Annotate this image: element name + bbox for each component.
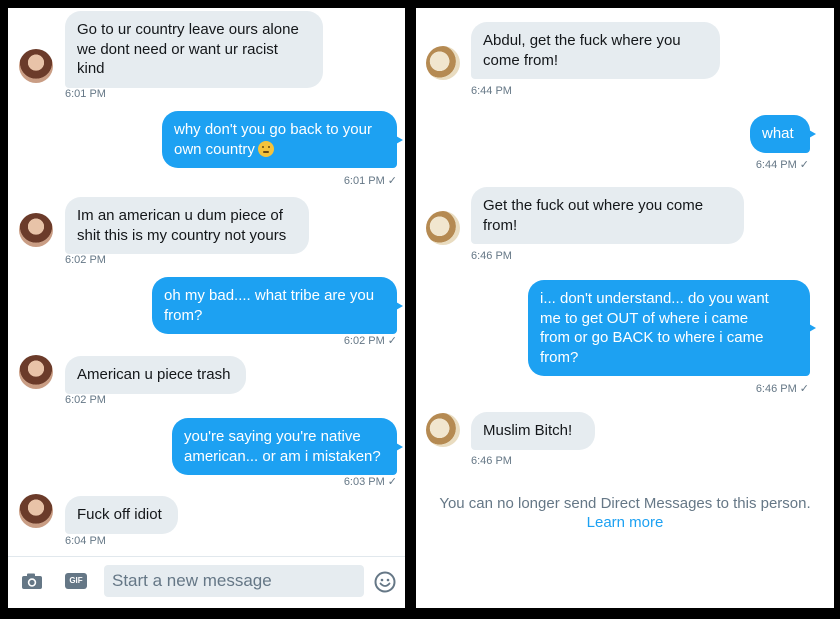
message-text: from?	[164, 306, 203, 324]
avatar[interactable]	[19, 494, 53, 528]
read-check-icon: ✓	[387, 476, 397, 488]
outgoing-message-bubble: why don't you go back to your own countr…	[162, 111, 403, 168]
thinking-face-icon	[257, 140, 274, 157]
incoming-message-bubble: Muslim Bitch!	[471, 412, 595, 450]
incoming-message-bubble: Fuck off idiot	[65, 496, 178, 534]
message-timestamp: 6:02 PM	[65, 254, 106, 266]
message-text: from?	[540, 348, 579, 366]
message-timestamp: 6:03 PM ✓	[344, 475, 397, 488]
learn-more-link[interactable]: Learn more	[416, 514, 834, 531]
message-text: Abdul, get the fuck where you	[483, 32, 681, 49]
message-text: kind	[77, 60, 105, 77]
incoming-message-bubble: American u piece trash	[65, 356, 246, 394]
message-timestamp: 6:44 PM	[471, 85, 512, 97]
outgoing-message-bubble: i... don't understand... do you want me …	[528, 280, 816, 376]
message-text: Fuck off idiot	[77, 506, 162, 523]
message-timestamp: 6:01 PM	[65, 88, 106, 100]
outgoing-message-bubble: you're saying you're native american... …	[172, 418, 403, 475]
timestamp-text: 6:46 PM	[755, 383, 797, 395]
incoming-message-bubble: Abdul, get the fuck where you come from!	[471, 22, 720, 79]
message-text: Go to ur country leave ours alone	[77, 21, 299, 38]
message-text: you're saying you're native	[184, 428, 361, 445]
message-text: why don't you go back to your	[174, 121, 372, 138]
avatar[interactable]	[426, 46, 460, 80]
smiley-icon[interactable]	[374, 571, 396, 593]
message-text: we dont need or want ur racist	[77, 40, 278, 58]
message-text: own country	[174, 140, 255, 158]
message-text: what	[762, 125, 794, 142]
timestamp-text: 6:01 PM	[343, 175, 385, 187]
message-text: me to get OUT of where i came	[540, 309, 749, 327]
incoming-message-bubble: Im an american u dum piece of shit this …	[65, 197, 309, 254]
message-text: american... or am i mistaken?	[184, 447, 381, 465]
timestamp-text: 6:02 PM	[343, 335, 385, 347]
read-check-icon: ✓	[387, 335, 397, 347]
right-conversation-panel: Abdul, get the fuck where you come from!…	[416, 8, 834, 608]
message-timestamp: 6:01 PM ✓	[344, 174, 397, 187]
avatar[interactable]	[19, 49, 53, 83]
incoming-message-bubble: Get the fuck out where you come from!	[471, 187, 744, 244]
message-text: Get the fuck out where you come	[483, 197, 704, 214]
message-text: shit this is my country not yours	[77, 226, 287, 244]
message-timestamp: 6:02 PM	[65, 394, 106, 406]
message-text: Muslim Bitch!	[483, 422, 573, 439]
message-timestamp: 6:46 PM ✓	[756, 382, 809, 395]
read-check-icon: ✓	[799, 383, 809, 395]
message-text: American u piece trash	[77, 366, 231, 383]
left-conversation-panel: Go to ur country leave ours alone we don…	[8, 8, 405, 608]
message-text: from or go BACK to where i came	[540, 329, 764, 346]
avatar[interactable]	[426, 413, 460, 447]
outgoing-message-bubble: what	[750, 115, 816, 153]
timestamp-text: 6:44 PM	[755, 159, 797, 171]
read-check-icon: ✓	[799, 159, 809, 171]
outgoing-message-bubble: oh my bad.... what tribe are you from?	[152, 277, 403, 334]
message-composer: GIF Start a new message	[8, 556, 405, 608]
message-text: come from!	[483, 51, 559, 69]
incoming-message-bubble: Go to ur country leave ours alone we don…	[65, 11, 323, 88]
message-timestamp: 6:46 PM	[471, 250, 512, 262]
message-input[interactable]: Start a new message	[104, 565, 364, 597]
avatar[interactable]	[19, 213, 53, 247]
message-text: oh my bad.... what tribe are you	[164, 287, 375, 304]
message-text: from!	[483, 216, 518, 234]
message-timestamp: 6:46 PM	[471, 455, 512, 467]
avatar[interactable]	[426, 211, 460, 245]
message-text: i... don't understand... do you want	[540, 290, 769, 307]
blocked-notice: You can no longer send Direct Messages t…	[439, 495, 811, 512]
message-timestamp: 6:44 PM ✓	[756, 158, 809, 171]
gif-button[interactable]: GIF	[65, 573, 87, 589]
message-text: Im an american u dum piece of	[77, 207, 283, 224]
message-timestamp: 6:02 PM ✓	[344, 334, 397, 347]
camera-icon[interactable]	[21, 573, 43, 590]
message-timestamp: 6:04 PM	[65, 535, 106, 547]
read-check-icon: ✓	[387, 175, 397, 187]
avatar[interactable]	[19, 355, 53, 389]
timestamp-text: 6:03 PM	[343, 476, 385, 488]
